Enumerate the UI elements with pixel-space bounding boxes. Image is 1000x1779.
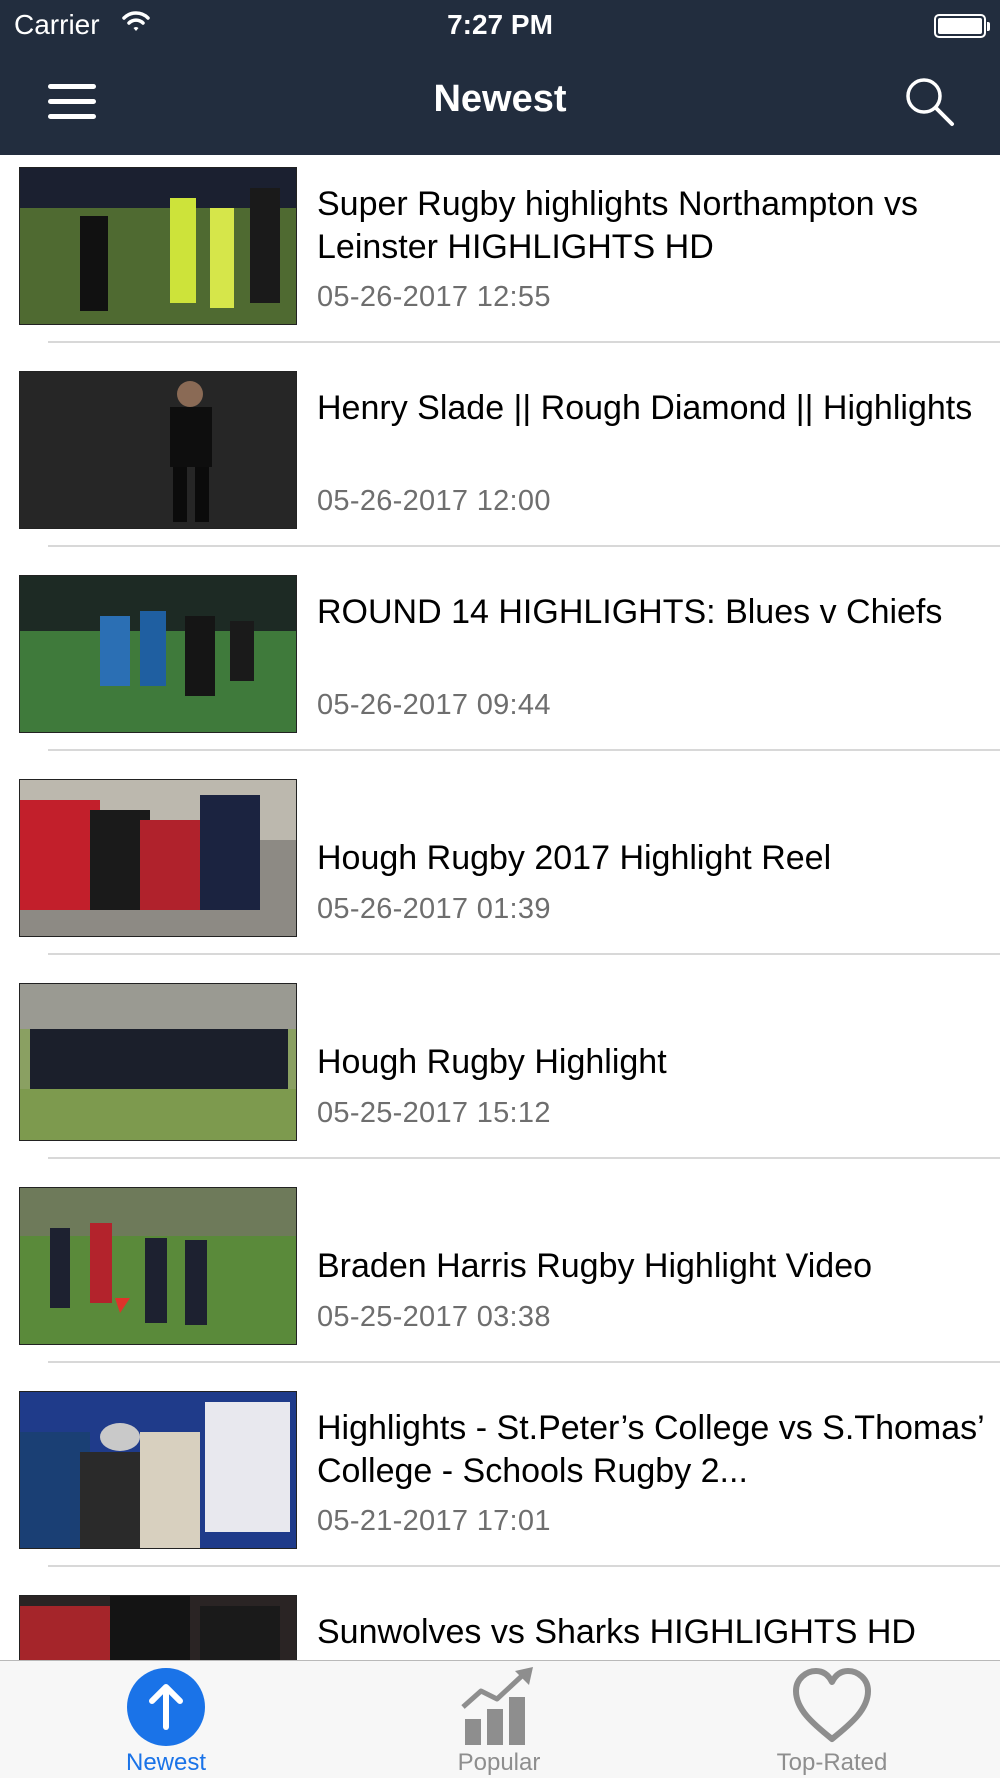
- video-list: Super Rugby highlights Northampton vs Le…: [0, 155, 1000, 1660]
- search-icon[interactable]: [900, 72, 960, 132]
- video-date: 05-26-2017 09:44: [317, 689, 551, 721]
- heart-icon: [793, 1668, 871, 1742]
- page-title: Newest: [433, 78, 567, 120]
- video-list-item[interactable]: Hough Rugby Highlight 05-25-2017 15:12: [0, 971, 1000, 1175]
- video-thumbnail: [19, 1391, 297, 1549]
- video-date: 05-25-2017 03:38: [317, 1301, 551, 1333]
- tab-label: Top-Rated: [776, 1749, 888, 1776]
- video-thumbnail: [19, 371, 297, 529]
- row-divider: [48, 1361, 1000, 1363]
- bar-chart-trend-icon: [461, 1667, 533, 1745]
- video-date: 05-26-2017 12:55: [317, 281, 551, 313]
- row-divider: [48, 545, 1000, 547]
- row-divider: [48, 1157, 1000, 1159]
- row-divider: [48, 1565, 1000, 1567]
- video-title: Hough Rugby 2017 Highlight Reel: [317, 839, 832, 877]
- battery-icon: [934, 14, 990, 38]
- video-date: 05-21-2017 17:01: [317, 1505, 551, 1537]
- video-title: Highlights - St.Peter’s College vs S.Tho…: [317, 1409, 984, 1490]
- arrow-up-circle-icon: [127, 1668, 205, 1746]
- video-title: Henry Slade || Rough Diamond || Highligh…: [317, 389, 973, 427]
- row-divider: [48, 341, 1000, 343]
- video-title: Sunwolves vs Sharks HIGHLIGHTS HD: [317, 1613, 916, 1651]
- video-thumbnail: [19, 779, 297, 937]
- status-bar: Carrier 7:27 PM: [0, 0, 1000, 50]
- top-bar: Carrier 7:27 PM Newest: [0, 0, 1000, 155]
- video-list-item[interactable]: Highlights - St.Peter’s College vs S.Tho…: [0, 1379, 1000, 1583]
- video-list-item[interactable]: Braden Harris Rugby Highlight Video 05-2…: [0, 1175, 1000, 1379]
- video-date: 05-26-2017 01:39: [317, 893, 551, 925]
- video-list-item[interactable]: ROUND 14 HIGHLIGHTS: Blues v Chiefs 05-2…: [0, 563, 1000, 767]
- video-title: Hough Rugby Highlight: [317, 1043, 667, 1081]
- video-thumbnail: [19, 983, 297, 1141]
- status-time: 7:27 PM: [447, 9, 553, 40]
- row-divider: [48, 953, 1000, 955]
- tab-label: Popular: [457, 1749, 541, 1776]
- video-title: Braden Harris Rugby Highlight Video: [317, 1247, 873, 1285]
- tab-newest[interactable]: Newest: [66, 1661, 266, 1779]
- video-title: ROUND 14 HIGHLIGHTS: Blues v Chiefs: [317, 593, 943, 631]
- video-list-item[interactable]: Super Rugby highlights Northampton vs Le…: [0, 155, 1000, 359]
- tab-popular[interactable]: Popular: [399, 1661, 599, 1779]
- video-thumbnail: [19, 1187, 297, 1345]
- video-title: Super Rugby highlights Northampton vs Le…: [317, 185, 918, 266]
- navigation-bar: Newest: [0, 50, 1000, 155]
- video-list-item[interactable]: Hough Rugby 2017 Highlight Reel 05-26-20…: [0, 767, 1000, 971]
- video-list-item[interactable]: Henry Slade || Rough Diamond || Highligh…: [0, 359, 1000, 563]
- tab-label: Newest: [125, 1749, 207, 1776]
- video-thumbnail: [19, 167, 297, 325]
- video-date: 05-25-2017 15:12: [317, 1097, 551, 1129]
- video-date: 05-26-2017 12:00: [317, 485, 551, 517]
- tab-bar: Newest Popular Top-Rated: [0, 1660, 1000, 1778]
- video-thumbnail: [19, 1595, 297, 1660]
- row-divider: [48, 749, 1000, 751]
- video-thumbnail: [19, 575, 297, 733]
- video-list-item[interactable]: Sunwolves vs Sharks HIGHLIGHTS HD: [0, 1583, 1000, 1660]
- tab-top-rated[interactable]: Top-Rated: [732, 1661, 932, 1779]
